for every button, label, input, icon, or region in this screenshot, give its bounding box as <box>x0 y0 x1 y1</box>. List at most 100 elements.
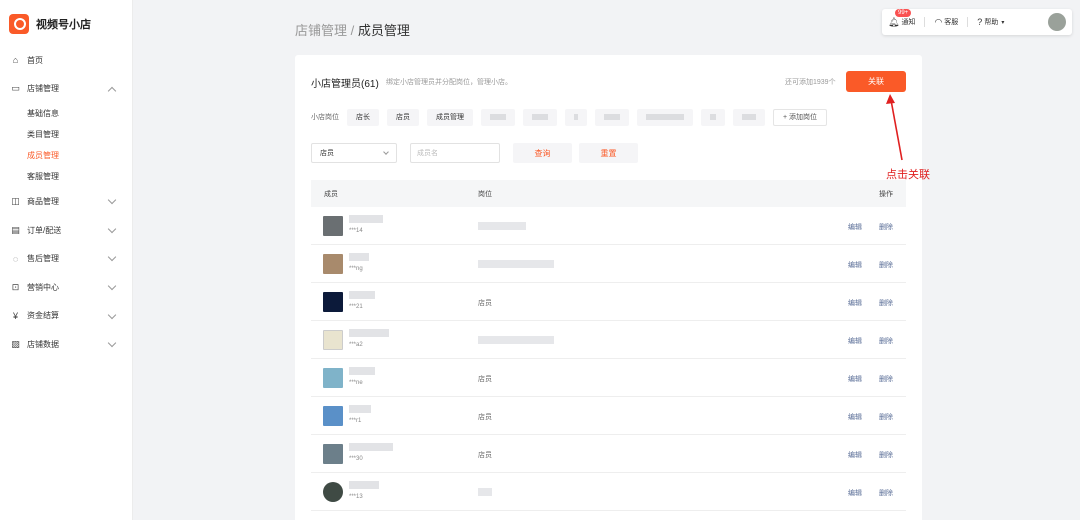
chevron-down-icon <box>107 253 117 262</box>
member-position: 店员 <box>478 300 492 307</box>
position-tag-blurred[interactable] <box>637 108 693 126</box>
edit-link[interactable]: 编辑 <box>848 450 862 460</box>
member-avatar <box>323 216 343 236</box>
sidebar-item-data[interactable]: ▨ 店铺数据 <box>0 330 133 359</box>
table-row: ***ng 编辑 删除 <box>311 245 906 283</box>
query-button[interactable]: 查询 <box>513 143 572 163</box>
sidebar-item-store[interactable]: ▭ 店铺管理 <box>0 75 133 104</box>
member-id-suffix: ***30 <box>349 456 363 462</box>
position-tag-blurred[interactable] <box>565 108 587 126</box>
sidebar-item-label: 订单/配送 <box>27 225 62 235</box>
annotation-text: 点击关联 <box>886 169 930 181</box>
position-tag[interactable]: 店长 <box>347 108 379 126</box>
customer-service-button[interactable]: ◠ 客服 <box>934 17 958 28</box>
position-blurred <box>478 488 492 496</box>
help-icon: ? <box>977 17 983 27</box>
position-tag-blurred[interactable] <box>481 108 515 126</box>
position-tag-blurred[interactable] <box>701 108 725 126</box>
member-name-blurred <box>349 443 393 451</box>
position-tag-blurred[interactable] <box>523 108 557 126</box>
table-row: ***13 编辑 删除 <box>311 473 906 511</box>
delete-link[interactable]: 删除 <box>879 298 893 308</box>
member-avatar <box>323 444 343 464</box>
position-blurred <box>478 336 554 344</box>
chart-icon: ▨ <box>11 338 20 349</box>
column-header-action: 操作 <box>879 190 893 198</box>
sidebar-subitem-service[interactable]: 客服管理 <box>0 166 133 187</box>
sidebar-item-home[interactable]: ⌂ 首页 <box>0 46 133 75</box>
delete-link[interactable]: 删除 <box>879 222 893 232</box>
breadcrumb-current: 成员管理 <box>357 23 410 38</box>
add-position-button[interactable]: + 添加岗位 <box>773 108 828 126</box>
bell-icon: 🔔︎ <box>888 16 900 27</box>
member-name-input[interactable]: 成员名 <box>410 143 500 163</box>
position-tag[interactable]: 成员管理 <box>427 108 473 126</box>
delete-link[interactable]: 删除 <box>879 374 893 384</box>
sidebar-item-finance[interactable]: ¥ 资金结算 <box>0 302 133 331</box>
chevron-down-icon <box>383 149 389 155</box>
sidebar-item-label: 资金结算 <box>27 311 59 321</box>
position-tags: 小店岗位 店长 店员 成员管理 + 添加岗位 <box>311 108 828 126</box>
annotation-arrow-icon <box>886 94 903 161</box>
chevron-down-icon <box>107 281 117 291</box>
sidebar-item-marketing[interactable]: ⊡ 营销中心 <box>0 273 133 302</box>
sidebar-item-label: 首页 <box>27 55 43 65</box>
delete-link[interactable]: 删除 <box>879 412 893 422</box>
column-header-member: 成员 <box>324 190 338 198</box>
chevron-down-icon <box>107 310 117 319</box>
table-row: ***a2 编辑 删除 <box>311 321 906 359</box>
table-row: ***ne 店员 编辑 删除 <box>311 359 906 397</box>
delete-link[interactable]: 删除 <box>879 336 893 346</box>
relate-button[interactable]: 关联 <box>846 71 906 92</box>
sidebar-item-after-sale[interactable]: ◌ 售后管理 <box>0 244 133 273</box>
edit-link[interactable]: 编辑 <box>848 260 862 270</box>
member-id-suffix: ***13 <box>349 494 363 500</box>
edit-link[interactable]: 编辑 <box>848 374 862 384</box>
divider <box>967 17 969 27</box>
app-logo[interactable]: 视频号小店 <box>9 14 91 34</box>
remaining-count: 还可添加1939个 <box>785 79 836 86</box>
sidebar: 视频号小店 ⌂ 首页 ▭ 店铺管理 基础信息 类目管理 成员管理 客服管理 ◫ … <box>0 0 133 520</box>
delete-link[interactable]: 删除 <box>879 488 893 498</box>
edit-link[interactable]: 编辑 <box>848 412 862 422</box>
sidebar-subitem-basic-info[interactable]: 基础信息 <box>0 103 133 124</box>
notification-button[interactable]: 🔔︎ 通知 99+ <box>888 8 915 28</box>
edit-link[interactable]: 编辑 <box>848 488 862 498</box>
member-position: 店员 <box>478 452 492 459</box>
chevron-down-icon <box>107 224 117 234</box>
ticket-icon: ⊡ <box>11 281 20 292</box>
sidebar-subitem-members[interactable]: 成员管理 <box>0 145 133 166</box>
reset-button[interactable]: 重置 <box>579 143 638 163</box>
member-avatar <box>323 292 343 312</box>
top-toolbar: 🔔︎ 通知 99+ ◠ 客服 ? 帮助 ▾ <box>882 8 1072 35</box>
edit-link[interactable]: 编辑 <box>848 336 862 346</box>
sidebar-item-orders[interactable]: ▤ 订单/配送 <box>0 216 133 245</box>
position-select-value: 店员 <box>320 150 334 157</box>
order-icon: ▤ <box>11 224 20 235</box>
sidebar-item-label: 商品管理 <box>27 196 59 206</box>
edit-link[interactable]: 编辑 <box>848 298 862 308</box>
edit-link[interactable]: 编辑 <box>848 222 862 232</box>
position-select[interactable]: 店员 <box>311 143 397 163</box>
table-row: ***14 编辑 删除 <box>311 207 906 245</box>
position-tag-blurred[interactable] <box>595 108 629 126</box>
caret-down-icon: ▾ <box>1001 19 1005 26</box>
member-id-suffix: ***14 <box>349 228 363 234</box>
breadcrumb-parent[interactable]: 店铺管理 <box>295 23 347 38</box>
help-button[interactable]: ? 帮助 ▾ <box>977 17 1006 27</box>
sidebar-item-label: 店铺管理 <box>27 84 59 94</box>
position-blurred <box>478 222 526 230</box>
help-label: 帮助 <box>984 19 999 26</box>
position-tag-blurred[interactable] <box>733 108 765 126</box>
position-tag[interactable]: 店员 <box>387 108 419 126</box>
member-position: 店员 <box>478 376 492 383</box>
delete-link[interactable]: 删除 <box>879 450 893 460</box>
sidebar-item-goods[interactable]: ◫ 商品管理 <box>0 187 133 216</box>
sidebar-item-label: 店铺数据 <box>27 339 59 349</box>
sidebar-item-label: 售后管理 <box>27 254 59 264</box>
delete-link[interactable]: 删除 <box>879 260 893 270</box>
notification-badge: 99+ <box>895 8 912 17</box>
yen-icon: ¥ <box>12 310 18 321</box>
user-avatar[interactable] <box>1048 13 1066 31</box>
sidebar-subitem-category[interactable]: 类目管理 <box>0 124 133 145</box>
